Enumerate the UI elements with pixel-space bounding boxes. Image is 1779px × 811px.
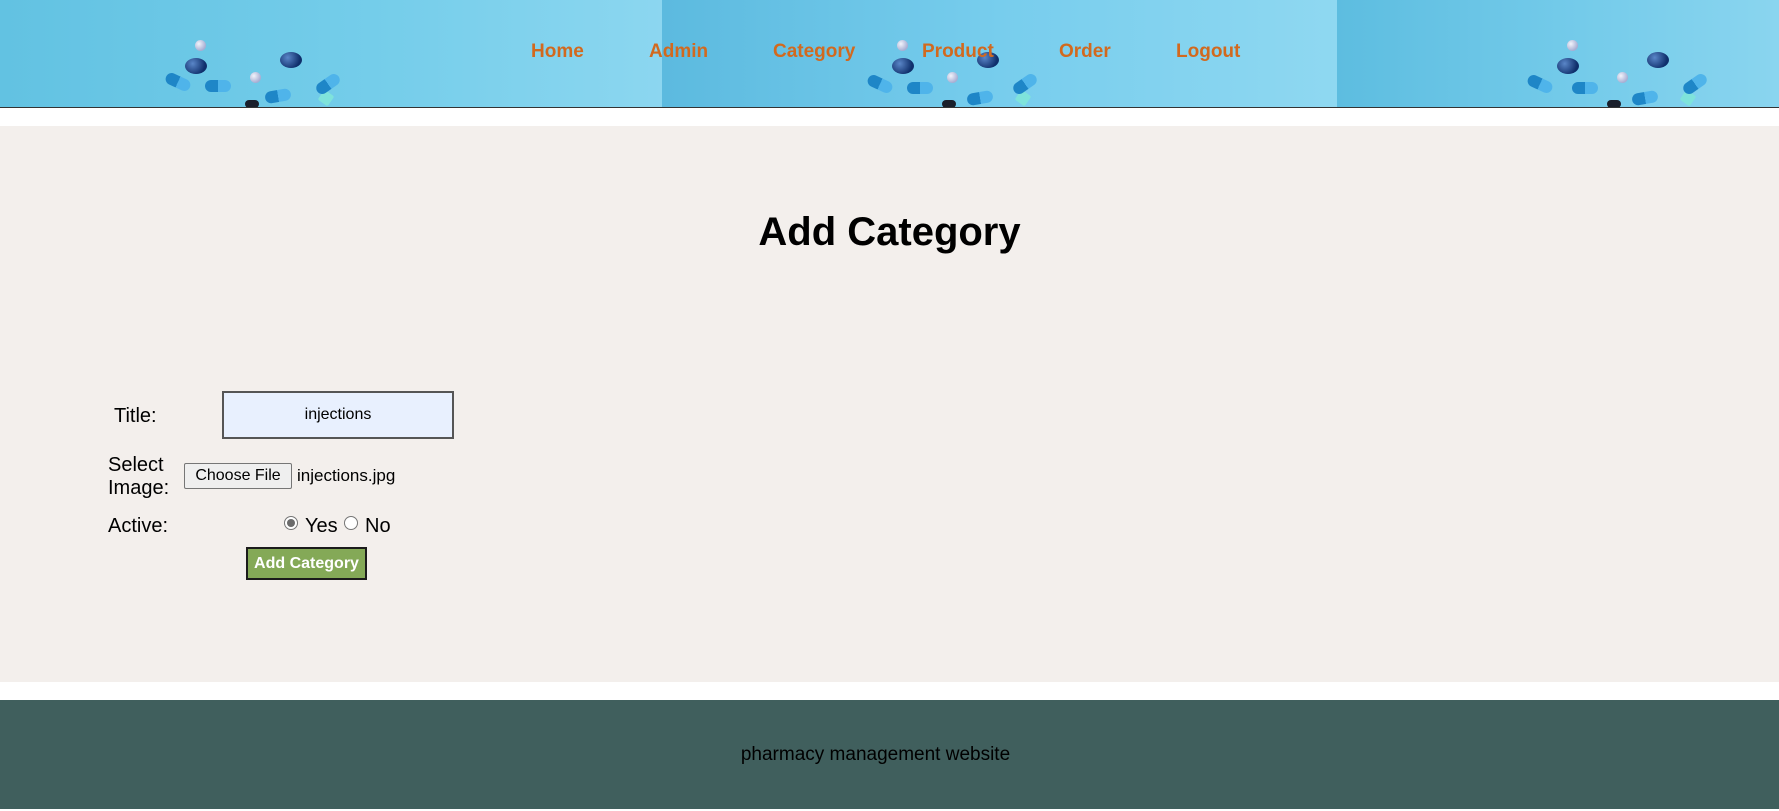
nav-link-home[interactable]: Home xyxy=(531,41,584,63)
footer-text: pharmacy management website xyxy=(740,744,1011,765)
choose-file-button[interactable]: Choose File xyxy=(184,463,292,489)
active-no-label: No xyxy=(365,515,391,537)
active-yes-radio[interactable] xyxy=(284,516,298,530)
main-nav: Home Admin Category Product Order Logout xyxy=(0,41,1779,65)
nav-link-order[interactable]: Order xyxy=(1059,41,1111,63)
nav-link-admin[interactable]: Admin xyxy=(649,41,708,63)
select-image-label-line2: Image: xyxy=(108,477,170,499)
site-header: Home Admin Category Product Order Logout xyxy=(0,0,1779,108)
active-label: Active: xyxy=(108,515,169,537)
add-category-button[interactable]: Add Category xyxy=(246,547,367,580)
page-title: Add Category xyxy=(758,210,1021,254)
title-label: Title: xyxy=(114,405,157,427)
nav-link-product[interactable]: Product xyxy=(922,41,994,63)
title-input[interactable] xyxy=(222,391,454,439)
active-yes-label: Yes xyxy=(305,515,338,537)
active-no-radio[interactable] xyxy=(344,516,358,530)
site-footer: pharmacy management website xyxy=(0,700,1779,809)
selected-file-name: injections.jpg xyxy=(297,466,396,485)
nav-link-category[interactable]: Category xyxy=(773,41,855,63)
select-image-label-line1: Select xyxy=(108,454,164,476)
main-content: Add Category Title: Select Image: Choose… xyxy=(0,126,1779,682)
nav-link-logout[interactable]: Logout xyxy=(1176,41,1240,63)
